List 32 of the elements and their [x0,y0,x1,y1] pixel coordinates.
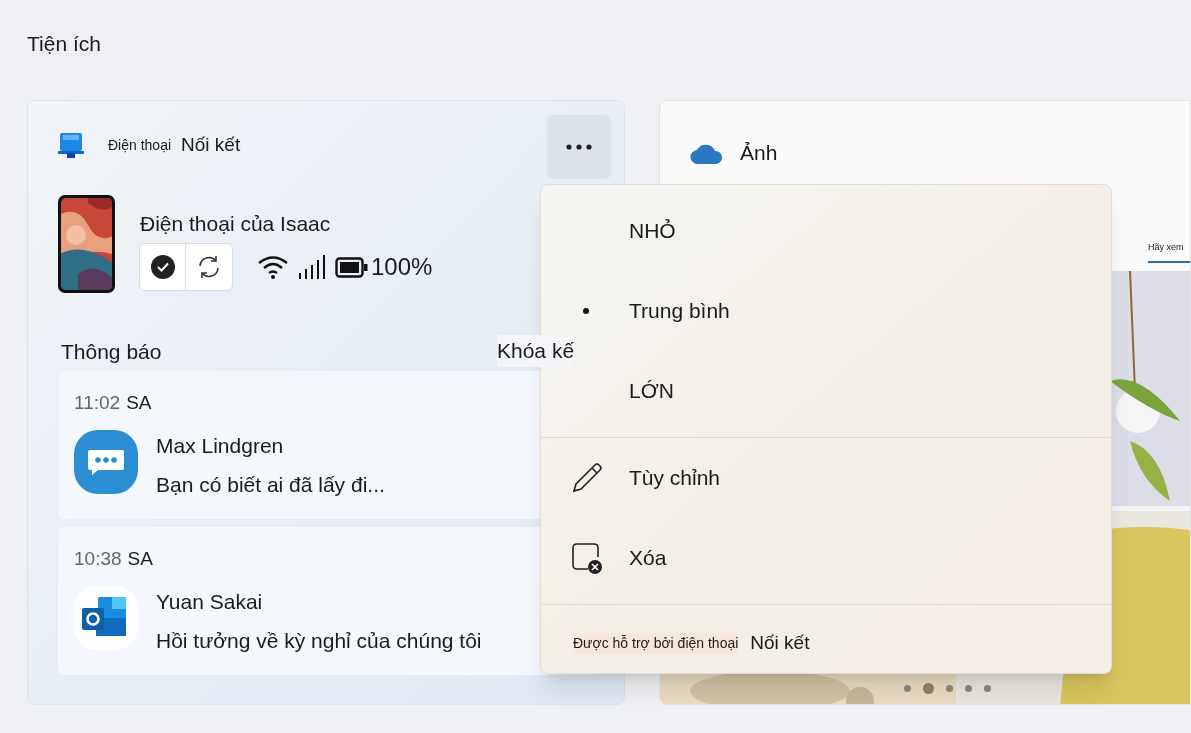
photos-tab[interactable]: Hãy xem [1148,241,1190,263]
battery-level: 100% [371,252,433,282]
size-menu-item[interactable]: NHỎ [541,191,1111,271]
notification-time: 11:02 [74,391,121,415]
more-button[interactable] [547,115,611,179]
notification-message: Hồi tưởng về kỳ nghỉ của chúng tôi [156,628,482,654]
pencil-icon [570,461,604,495]
sync-icon [196,254,222,280]
app-caption: Điện thoại [108,135,172,155]
remove-widget-icon [570,541,604,575]
device-name: Điện thoại của Isaac [140,211,331,237]
app-name: Nối kết [181,133,241,157]
time-period: SA [127,547,153,571]
notification-sender: Yuan Sakai [156,588,264,615]
notifications-title: Thông báo [61,339,162,365]
time-period: SA [126,391,152,415]
notification-sender: Max Lindgren [156,432,285,459]
mail-app-icon [74,585,138,650]
page-title: Tiện ích [27,31,101,57]
laptop-phone-icon [58,131,84,160]
wifi-icon [257,255,289,279]
lock-link[interactable]: Khóa kế [497,335,575,367]
more-icon [566,144,592,150]
chat-app-icon [74,429,138,494]
menu-footer-app-name: Nối kết [750,631,810,655]
signal-icon [298,255,326,279]
widget-title: Ảnh [740,140,778,166]
notification-time: 10:38 [74,547,122,571]
notification-message: Bạn có biết ai đã lấy đi... [156,472,385,498]
battery-icon [335,256,368,278]
menu-footer-caption: Được hỗ trợ bởi điện thoại [573,632,739,654]
check-circle-icon [150,255,175,279]
